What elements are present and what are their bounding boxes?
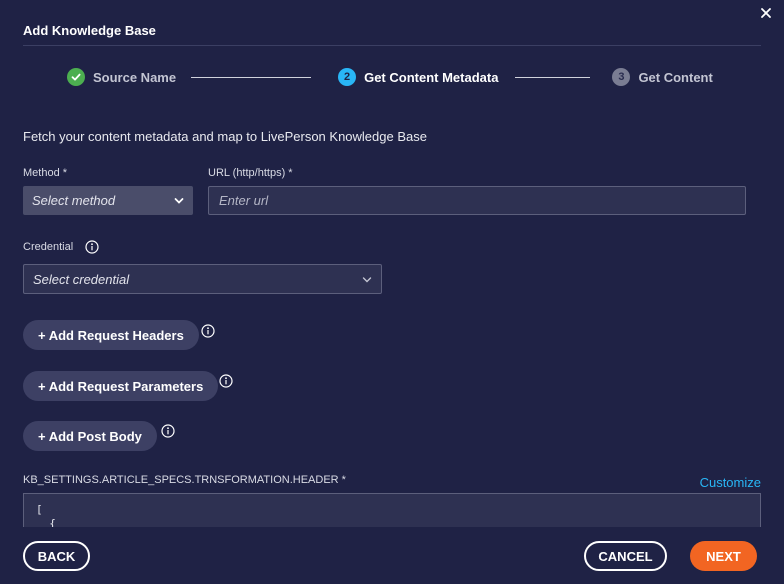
credential-select[interactable]: Select credential — [23, 264, 382, 294]
wizard-stepper: Source Name 2 Get Content Metadata 3 Get… — [67, 68, 713, 86]
step-connector — [191, 76, 312, 78]
step-label: Get Content — [638, 69, 713, 85]
form-description: Fetch your content metadata and map to L… — [23, 129, 427, 144]
step-get-content-metadata[interactable]: 2 Get Content Metadata — [338, 68, 498, 86]
add-request-parameters-button[interactable]: + Add Request Parameters — [23, 371, 219, 401]
credential-label: Credential — [23, 241, 74, 253]
method-select[interactable]: Select method — [23, 186, 193, 215]
header-code-editor[interactable]: [ { — [23, 493, 761, 527]
info-icon[interactable] — [161, 424, 175, 438]
step-source-name[interactable]: Source Name — [67, 68, 176, 86]
url-input[interactable]: Enter url — [208, 186, 746, 215]
add-post-body-button[interactable]: + Add Post Body — [23, 421, 157, 451]
add-request-headers-button[interactable]: + Add Request Headers — [23, 320, 199, 350]
code-line: { — [36, 517, 56, 527]
chevron-down-icon — [362, 272, 372, 287]
url-input-placeholder: Enter url — [219, 193, 269, 208]
cancel-button[interactable]: CANCEL — [584, 541, 667, 571]
step-label: Source Name — [93, 69, 177, 85]
method-select-value: Select method — [32, 193, 116, 208]
step-number-badge: 2 — [338, 68, 357, 86]
header-transformation-label: KB_SETTINGS.ARTICLE_SPECS.TRNSFORMATION.… — [23, 474, 346, 486]
next-button[interactable]: NEXT — [690, 541, 757, 571]
step-connector — [515, 76, 591, 78]
step-get-content[interactable]: 3 Get Content — [612, 68, 713, 86]
back-button[interactable]: BACK — [23, 541, 90, 571]
title-divider — [23, 45, 761, 46]
code-line: [ — [36, 503, 43, 516]
dialog-title: Add Knowledge Base — [23, 23, 156, 38]
chevron-down-icon — [174, 193, 184, 208]
check-icon — [67, 68, 85, 86]
info-icon[interactable] — [219, 374, 233, 388]
info-icon[interactable] — [201, 324, 215, 338]
step-number-badge: 3 — [612, 68, 631, 86]
credential-select-value: Select credential — [33, 271, 130, 287]
step-label: Get Content Metadata — [364, 69, 499, 85]
close-icon[interactable] — [758, 5, 774, 21]
info-icon[interactable] — [85, 240, 99, 254]
method-label: Method * — [23, 167, 68, 179]
url-label: URL (http/https) * — [208, 167, 293, 179]
customize-link[interactable]: Customize — [700, 475, 761, 490]
